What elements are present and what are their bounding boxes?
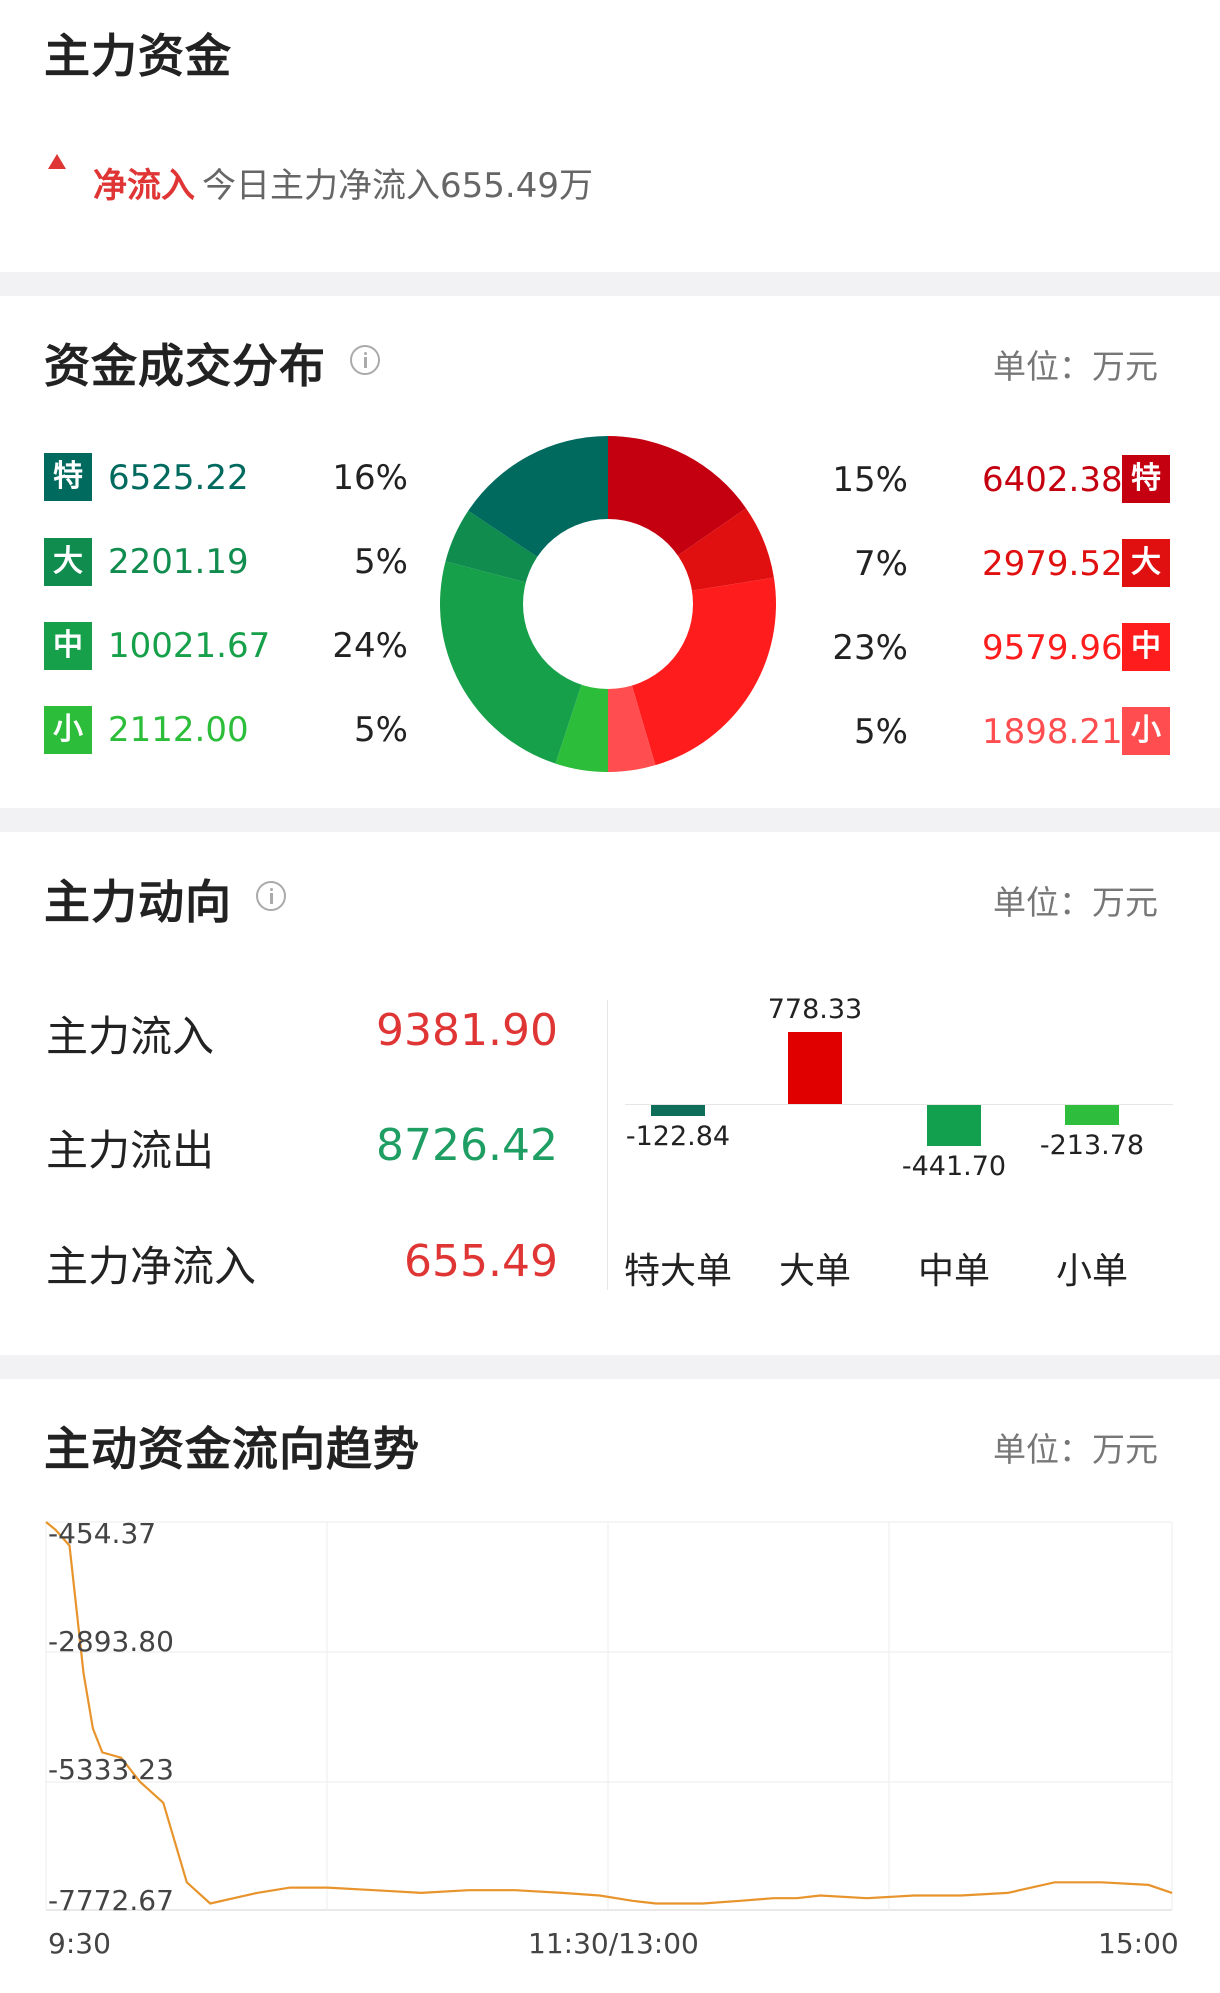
trend-line-series (45, 1521, 1173, 1905)
x-tick-label: 15:00 (1098, 1927, 1179, 1960)
inflow-value-large: 2979.52 (982, 544, 1123, 584)
outflow-pct-small: 5% (354, 710, 408, 750)
bar-label-small: 小单 (1055, 1251, 1128, 1292)
net-flow-indicator (48, 154, 66, 169)
trend-unit: 单位：万元 (993, 1430, 1158, 1469)
info-icon[interactable] (256, 881, 286, 911)
main-flow-title: 主力动向 (44, 875, 232, 929)
bar-label-super: 特大单 (623, 1251, 732, 1292)
outflow-badge-small: 小 (44, 706, 92, 754)
outflow-badge-super: 特 (44, 453, 92, 501)
outflow-badge-medium: 中 (44, 622, 92, 670)
bar-label-medium: 中单 (917, 1251, 990, 1292)
distribution-donut-chart (440, 436, 776, 772)
section-divider (0, 1355, 1220, 1379)
outflow-badge-large: 大 (44, 538, 92, 586)
inflow-badge-super: 特 (1122, 455, 1170, 503)
inflow-pct-small: 5% (854, 712, 908, 752)
section-divider (0, 272, 1220, 296)
bar-value-super: -122.84 (625, 1121, 731, 1153)
outflow-pct-large: 5% (354, 542, 408, 582)
y-tick-label: -5333.23 (48, 1753, 174, 1786)
x-tick-label: 11:30/13:00 (528, 1927, 699, 1960)
main-inflow-label: 主力流入 (46, 1012, 215, 1061)
inflow-badge-medium: 中 (1122, 623, 1170, 671)
bar-label-large: 大单 (778, 1251, 851, 1292)
bar-super (651, 1105, 705, 1117)
bar-small (1065, 1105, 1119, 1125)
distribution-unit: 单位：万元 (993, 347, 1158, 386)
distribution-title: 资金成交分布 (44, 339, 326, 393)
inflow-pct-medium: 23% (832, 628, 908, 668)
section-divider (0, 808, 1220, 832)
outflow-value-large: 2201.19 (108, 542, 249, 582)
y-tick-label: -2893.80 (48, 1625, 174, 1658)
bar-large (788, 1032, 842, 1104)
inflow-pct-super: 15% (832, 460, 908, 500)
y-tick-label: -454.37 (48, 1517, 157, 1550)
inflow-value-medium: 9579.96 (982, 628, 1123, 668)
main-outflow-label: 主力流出 (46, 1126, 215, 1175)
main-flow-unit: 单位：万元 (993, 883, 1158, 922)
page-title: 主力资金 (44, 29, 232, 83)
net-flow-text: 今日主力净流入655.49万 (202, 166, 593, 206)
trend-title: 主动资金流向趋势 (44, 1422, 420, 1476)
inflow-badge-large: 大 (1122, 539, 1170, 587)
inflow-value-super: 6402.38 (982, 460, 1123, 500)
bar-medium (927, 1105, 981, 1146)
outflow-value-small: 2112.00 (108, 710, 249, 750)
outflow-pct-medium: 24% (332, 626, 408, 666)
main-inflow-value: 9381.90 (376, 1005, 558, 1056)
bar-value-small: -213.78 (1039, 1129, 1145, 1161)
x-tick-label: 9:30 (48, 1927, 111, 1960)
trend-line-chart (45, 1521, 1173, 1911)
bar-value-large: 778.33 (767, 994, 863, 1025)
y-tick-label: -7772.67 (48, 1884, 174, 1917)
outflow-pct-super: 16% (332, 458, 408, 498)
main-net-inflow-value: 655.49 (404, 1236, 558, 1287)
bar-value-medium: -441.70 (901, 1150, 1007, 1182)
outflow-value-medium: 10021.67 (108, 626, 271, 666)
outflow-value-super: 6525.22 (108, 458, 249, 498)
main-outflow-value: 8726.42 (376, 1120, 558, 1171)
inflow-value-small: 1898.21 (982, 712, 1123, 752)
main-net-inflow-label: 主力净流入 (46, 1242, 257, 1291)
info-icon[interactable] (350, 345, 380, 375)
net-flow-tag: 净流入 (93, 166, 195, 206)
inflow-badge-small: 小 (1122, 707, 1170, 755)
inflow-pct-large: 7% (854, 544, 908, 584)
